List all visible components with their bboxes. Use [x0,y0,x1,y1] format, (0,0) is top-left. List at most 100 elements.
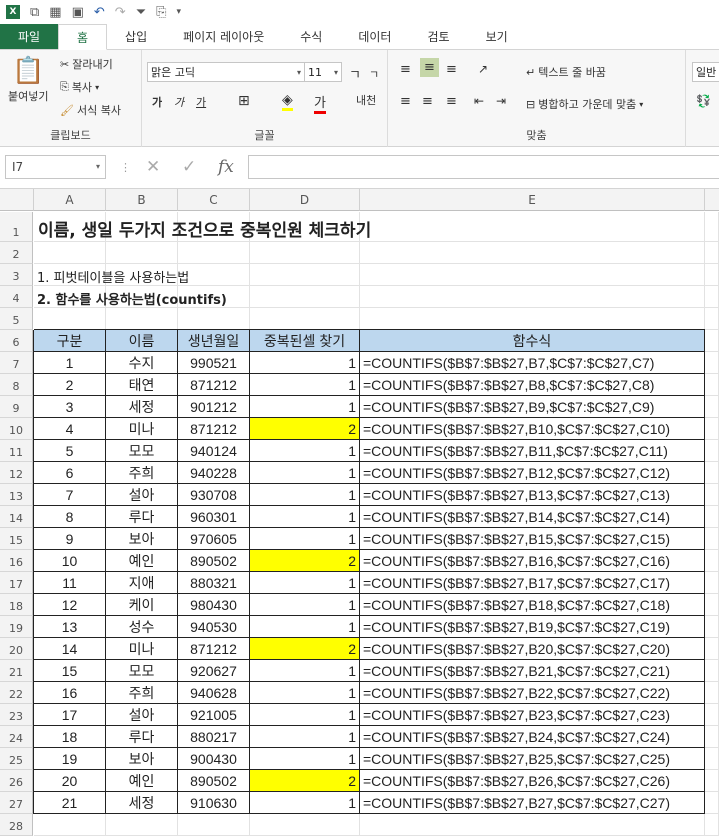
grid-cell[interactable] [360,286,705,308]
number-cell[interactable]: 18 [34,726,106,748]
dup-count-cell[interactable]: 1 [250,528,360,550]
row-header[interactable]: 2 [0,242,33,264]
row-header[interactable]: 27 [0,792,33,814]
grid-cell[interactable] [178,814,250,836]
font-size-select[interactable]: 11 ▾ [304,62,342,82]
row-header[interactable]: 19 [0,616,33,638]
birth-cell[interactable]: 900430 [178,748,250,770]
row-header[interactable]: 15 [0,528,33,550]
row-header[interactable]: 16 [0,550,33,572]
grid-cell[interactable] [250,264,360,286]
row-header[interactable]: 23 [0,704,33,726]
grid-cell[interactable] [106,242,178,264]
orientation-icon[interactable]: ↗ [478,62,488,76]
grid-cell[interactable] [705,594,719,616]
grid-cell[interactable] [34,814,106,836]
dup-count-cell[interactable]: 1 [250,352,360,374]
grid-cell[interactable] [178,242,250,264]
dup-count-cell[interactable]: 2 [250,418,360,440]
increase-font-icon[interactable]: ㄱ [349,64,361,83]
name-cell[interactable]: 세정 [106,396,178,418]
copy-icon[interactable]: ⧉ [30,5,39,20]
grid-cell[interactable] [705,308,719,330]
name-cell[interactable]: 예인 [106,770,178,792]
number-cell[interactable]: 2 [34,374,106,396]
align-bottom-icon[interactable]: ≡ [446,62,457,77]
grid-cell[interactable] [705,286,719,308]
share-icon[interactable]: ⎘ [156,5,166,20]
number-cell[interactable]: 4 [34,418,106,440]
enter-icon[interactable]: ✓ [182,157,196,177]
name-cell[interactable]: 주희 [106,682,178,704]
number-cell[interactable]: 1 [34,352,106,374]
tab-view[interactable]: 보기 [468,24,526,49]
column-header-c[interactable]: C [178,189,250,211]
formula-cell[interactable]: =COUNTIFS($B$7:$B$27,B21,$C$7:$C$27,C21) [360,660,705,682]
name-cell[interactable]: 미나 [106,638,178,660]
number-cell[interactable]: 14 [34,638,106,660]
grid-cell[interactable] [360,264,705,286]
formula-cell[interactable]: =COUNTIFS($B$7:$B$27,B23,$C$7:$C$27,C23) [360,704,705,726]
borders-icon[interactable]: ⊞ [238,93,250,109]
name-cell[interactable]: 루다 [106,506,178,528]
dup-count-cell[interactable]: 1 [250,748,360,770]
save-icon[interactable]: ▣ [72,5,84,20]
birth-cell[interactable]: 871212 [178,374,250,396]
formula-cell[interactable]: =COUNTIFS($B$7:$B$27,B19,$C$7:$C$27,C19) [360,616,705,638]
dup-count-cell[interactable]: 1 [250,572,360,594]
formula-cell[interactable]: =COUNTIFS($B$7:$B$27,B26,$C$7:$C$27,C26) [360,770,705,792]
redo-icon[interactable]: ↷ [115,5,126,20]
birth-cell[interactable]: 890502 [178,770,250,792]
birth-cell[interactable]: 930708 [178,484,250,506]
birth-cell[interactable]: 940628 [178,682,250,704]
dup-count-cell[interactable]: 1 [250,374,360,396]
grid-cell[interactable] [360,308,705,330]
grid-cell[interactable] [705,616,719,638]
drag-handle-icon[interactable]: ⋮ [120,161,131,174]
number-cell[interactable]: 8 [34,506,106,528]
row-header[interactable]: 1 [0,212,33,242]
grid-cell[interactable] [705,330,719,352]
formula-cell[interactable]: =COUNTIFS($B$7:$B$27,B14,$C$7:$C$27,C14) [360,506,705,528]
italic-button[interactable]: 가 [174,94,184,110]
grid-cell[interactable] [705,374,719,396]
dup-count-cell[interactable]: 1 [250,506,360,528]
tab-file[interactable]: 파일 [0,24,58,49]
grid-cell[interactable] [106,814,178,836]
formula-cell[interactable]: =COUNTIFS($B$7:$B$27,B7,$C$7:$C$27,C7) [360,352,705,374]
number-cell[interactable]: 6 [34,462,106,484]
formula-cell[interactable]: =COUNTIFS($B$7:$B$27,B20,$C$7:$C$27,C20) [360,638,705,660]
underline-button[interactable]: 가 [196,94,206,110]
bold-button[interactable]: 가 [152,94,162,110]
align-top-icon[interactable]: ≡ [400,62,411,77]
number-cell[interactable]: 19 [34,748,106,770]
increase-indent-icon[interactable]: ⇥ [496,94,506,108]
birth-cell[interactable]: 940530 [178,616,250,638]
formula-cell[interactable]: =COUNTIFS($B$7:$B$27,B8,$C$7:$C$27,C8) [360,374,705,396]
number-cell[interactable]: 3 [34,396,106,418]
fill-color-icon[interactable]: ◈ [282,92,293,111]
dup-count-cell[interactable]: 1 [250,484,360,506]
birth-cell[interactable]: 970605 [178,528,250,550]
grid-cell[interactable] [106,308,178,330]
row-header[interactable]: 5 [0,308,33,330]
tab-insert[interactable]: 삽입 [107,24,165,49]
number-format-select[interactable]: 일반 [692,62,719,82]
formula-cell[interactable]: =COUNTIFS($B$7:$B$27,B25,$C$7:$C$27,C25) [360,748,705,770]
grid-cell[interactable] [705,528,719,550]
dup-count-cell[interactable]: 1 [250,660,360,682]
row-header[interactable]: 14 [0,506,33,528]
decrease-font-icon[interactable]: ㄱ [369,66,379,82]
grid-cell[interactable] [705,770,719,792]
cut-button[interactable]: ✂ 잘라내기 [60,56,113,72]
name-cell[interactable]: 태연 [106,374,178,396]
number-cell[interactable]: 7 [34,484,106,506]
row-header[interactable]: 12 [0,462,33,484]
grid-cell[interactable] [705,418,719,440]
birth-cell[interactable]: 960301 [178,506,250,528]
dup-count-cell[interactable]: 1 [250,704,360,726]
grid-cell[interactable] [250,814,360,836]
row-header[interactable]: 6 [0,330,33,352]
grid-cell[interactable] [705,506,719,528]
number-cell[interactable]: 9 [34,528,106,550]
